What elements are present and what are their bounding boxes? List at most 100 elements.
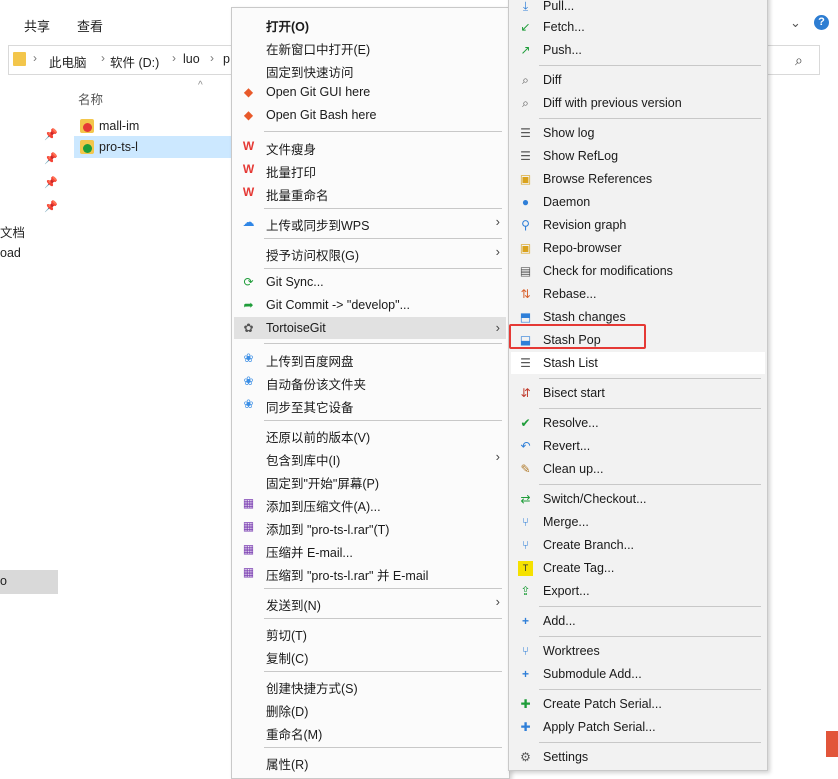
- winrar-icon: ▦: [242, 496, 255, 510]
- menu-item-open[interactable]: 打开(O): [234, 12, 506, 34]
- pin-icon[interactable]: 📌: [44, 200, 58, 213]
- menu-item-create-tag[interactable]: T Create Tag...: [511, 557, 765, 579]
- menu-item-batch-rename[interactable]: W 批量重命名: [234, 181, 506, 203]
- switch-icon: ⇄: [520, 492, 531, 506]
- menu-item-create-shortcut[interactable]: 创建快捷方式(S): [234, 674, 506, 696]
- menu-item-clean-up[interactable]: ✎ Clean up...: [511, 458, 765, 480]
- menu-item-settings[interactable]: ⚙ Settings: [511, 746, 765, 768]
- pin-icon[interactable]: 📌: [44, 152, 58, 165]
- menu-item-merge[interactable]: ⑂ Merge...: [511, 511, 765, 533]
- menu-item-baidu-upload[interactable]: ❀ 上传到百度网盘: [234, 347, 506, 369]
- breadcrumb-current[interactable]: p: [223, 52, 230, 66]
- menu-item-repo-browser[interactable]: ▣ Repo-browser: [511, 237, 765, 259]
- wps-icon: W: [242, 185, 255, 199]
- menu-item-git-commit[interactable]: ➦ Git Commit -> "develop"...: [234, 294, 506, 316]
- menu-item-label: 文件瘦身: [266, 143, 317, 157]
- menu-item-label: Worktrees: [543, 644, 600, 658]
- menu-item-stash-list[interactable]: ☰ Stash List: [511, 352, 765, 374]
- menu-item-grant-access[interactable]: 授予访问权限(G) ›: [234, 241, 506, 263]
- menu-item-baidu-sync[interactable]: ❀ 同步至其它设备: [234, 393, 506, 415]
- menu-item-label: Apply Patch Serial...: [543, 720, 656, 734]
- menu-item-compress-email[interactable]: ▦ 压缩并 E-mail...: [234, 538, 506, 560]
- menu-item-diff-previous[interactable]: ⌕ Diff with previous version: [511, 92, 765, 114]
- help-icon[interactable]: ?: [814, 15, 829, 30]
- menu-item-label: 固定到快速访问: [266, 66, 354, 80]
- menu-item-pin-quick-access[interactable]: 固定到快速访问: [234, 58, 506, 80]
- menu-item-label: 包含到库中(I): [266, 454, 341, 468]
- search-icon[interactable]: ⌕: [795, 52, 803, 69]
- ribbon-expand-chevron-icon[interactable]: ⌄: [790, 15, 801, 31]
- menu-item-show-reflog[interactable]: ☰ Show RefLog: [511, 145, 765, 167]
- menu-item-fetch[interactable]: ↙ Fetch...: [511, 16, 765, 38]
- menu-item-revert[interactable]: ↶ Revert...: [511, 435, 765, 457]
- pin-icon[interactable]: 📌: [44, 128, 58, 141]
- menu-item-label: Open Git GUI here: [266, 85, 371, 99]
- menu-item-send-to[interactable]: 发送到(N) ›: [234, 591, 506, 613]
- push-icon: ↗: [520, 43, 531, 57]
- menu-item-add-rar[interactable]: ▦ 添加到 "pro-ts-l.rar"(T): [234, 515, 506, 537]
- menu-item-git-sync[interactable]: ⟳ Git Sync...: [234, 271, 506, 293]
- menu-item-show-log[interactable]: ☰ Show log: [511, 122, 765, 144]
- menu-item-baidu-backup[interactable]: ❀ 自动备份该文件夹: [234, 370, 506, 392]
- settings-icon: ⚙: [520, 750, 531, 764]
- menu-item-rename[interactable]: 重命名(M): [234, 720, 506, 742]
- menu-item-label: 添加到 "pro-ts-l.rar"(T): [266, 523, 390, 537]
- breadcrumb-drive[interactable]: 软件 (D:): [110, 52, 159, 71]
- menu-item-upload-wps[interactable]: ☁ 上传或同步到WPS ›: [234, 211, 506, 233]
- menu-item-export[interactable]: ⇪ Export...: [511, 580, 765, 602]
- menu-item-pin-start[interactable]: 固定到"开始"屏幕(P): [234, 469, 506, 491]
- menu-item-add[interactable]: + Add...: [511, 610, 765, 632]
- menu-item-bisect-start[interactable]: ⇵ Bisect start: [511, 382, 765, 404]
- menu-item-submodule-add[interactable]: + Submodule Add...: [511, 663, 765, 685]
- menu-item-resolve[interactable]: ✔ Resolve...: [511, 412, 765, 434]
- menu-item-cut[interactable]: 剪切(T): [234, 621, 506, 643]
- menu-separator: [539, 484, 761, 485]
- menu-item-revision-graph[interactable]: ⚲ Revision graph: [511, 214, 765, 236]
- menu-item-worktrees[interactable]: ⑂ Worktrees: [511, 640, 765, 662]
- menu-item-file-slim[interactable]: W 文件瘦身: [234, 135, 506, 157]
- menu-item-add-archive[interactable]: ▦ 添加到压缩文件(A)...: [234, 492, 506, 514]
- menu-item-check-modifications[interactable]: ▤ Check for modifications: [511, 260, 765, 282]
- menu-item-browse-references[interactable]: ▣ Browse References: [511, 168, 765, 190]
- menu-item-create-branch[interactable]: ⑂ Create Branch...: [511, 534, 765, 556]
- pin-icon[interactable]: 📌: [44, 176, 58, 189]
- check-modifications-icon: ▤: [519, 264, 532, 278]
- menu-item-restore-versions[interactable]: 还原以前的版本(V): [234, 423, 506, 445]
- menu-item-diff[interactable]: ⌕ Diff: [511, 69, 765, 91]
- menu-item-pull[interactable]: ⤓ Pull...: [511, 0, 765, 17]
- menu-item-compress-rar-email[interactable]: ▦ 压缩到 "pro-ts-l.rar" 并 E-mail: [234, 561, 506, 583]
- menu-item-include-library[interactable]: 包含到库中(I) ›: [234, 446, 506, 468]
- menu-item-batch-print[interactable]: W 批量打印: [234, 158, 506, 180]
- breadcrumb-luo[interactable]: luo: [183, 52, 200, 66]
- menu-item-delete[interactable]: 删除(D): [234, 697, 506, 719]
- tab-share[interactable]: 共享: [24, 16, 50, 35]
- menu-item-rebase[interactable]: ⇅ Rebase...: [511, 283, 765, 305]
- tag-icon: T: [518, 561, 533, 576]
- menu-item-open-new-window[interactable]: 在新窗口中打开(E): [234, 35, 506, 57]
- menu-item-daemon[interactable]: ● Daemon: [511, 191, 765, 213]
- menu-item-tortoisegit[interactable]: ✿ TortoiseGit ›: [234, 317, 506, 339]
- menu-item-git-bash[interactable]: ◆ Open Git Bash here: [234, 104, 506, 126]
- menu-item-label: 同步至其它设备: [266, 401, 354, 415]
- nav-item-selected[interactable]: o: [0, 570, 58, 594]
- file-row[interactable]: mall-im: [74, 115, 234, 137]
- menu-item-switch-checkout[interactable]: ⇄ Switch/Checkout...: [511, 488, 765, 510]
- menu-item-label: Check for modifications: [543, 264, 673, 278]
- menu-item-git-gui[interactable]: ◆ Open Git GUI here: [234, 81, 506, 103]
- menu-item-label: Add...: [543, 614, 576, 628]
- menu-item-apply-patch[interactable]: ✚ Apply Patch Serial...: [511, 716, 765, 738]
- menu-item-copy[interactable]: 复制(C): [234, 644, 506, 666]
- menu-item-push[interactable]: ↗ Push...: [511, 39, 765, 61]
- submenu-arrow-icon: ›: [495, 449, 500, 464]
- menu-separator: [539, 636, 761, 637]
- menu-item-label: 批量重命名: [266, 189, 329, 203]
- menu-item-create-patch[interactable]: ✚ Create Patch Serial...: [511, 693, 765, 715]
- nav-item-documents[interactable]: 文档: [0, 222, 25, 241]
- nav-item-download[interactable]: oad: [0, 246, 21, 260]
- file-row-selected[interactable]: pro-ts-l: [74, 136, 234, 158]
- menu-item-label: Diff with previous version: [543, 96, 682, 110]
- breadcrumb-this-pc[interactable]: 此电脑: [49, 52, 87, 71]
- column-header-name[interactable]: 名称: [78, 89, 103, 108]
- tab-view[interactable]: 查看: [77, 16, 103, 35]
- menu-item-label: TortoiseGit: [266, 321, 326, 335]
